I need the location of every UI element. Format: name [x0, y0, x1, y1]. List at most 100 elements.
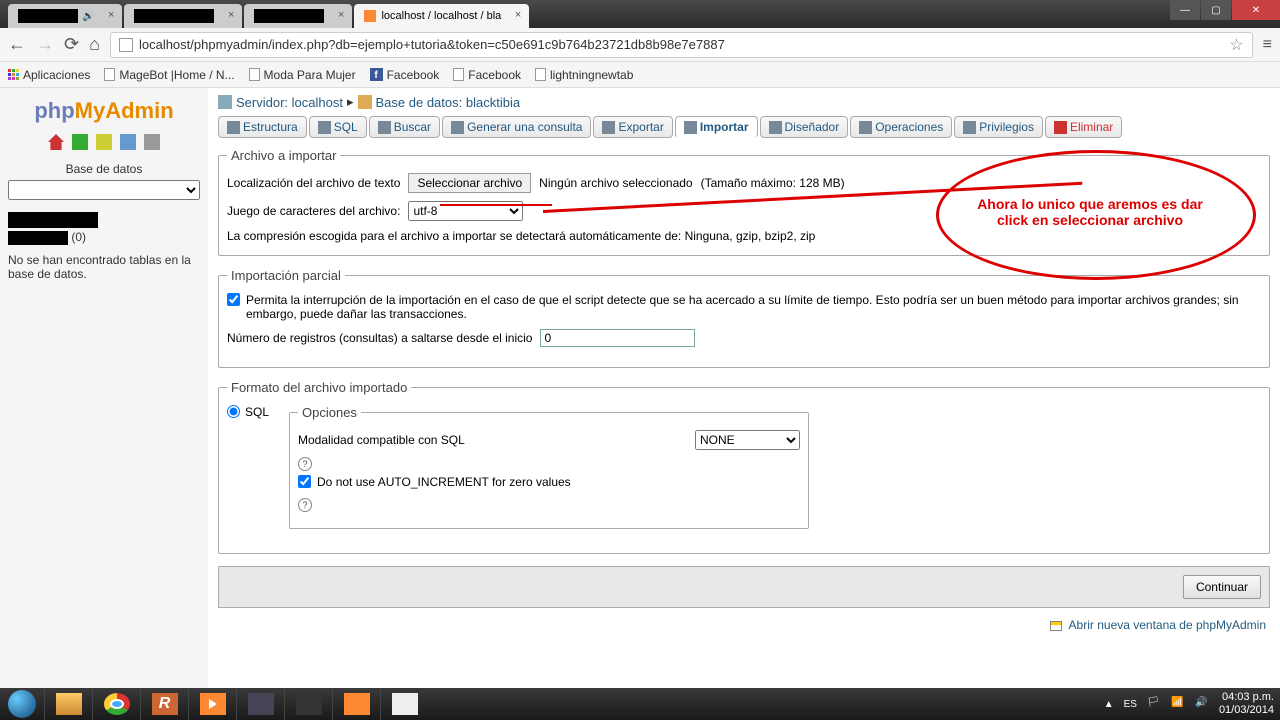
- speaker-icon[interactable]: 🔊: [1195, 697, 1209, 711]
- task-media[interactable]: [188, 688, 236, 720]
- url-text: localhost/phpmyadmin/index.php?db=ejempl…: [139, 37, 725, 52]
- format-fieldset: Formato del archivo importado SQL Opcion…: [218, 380, 1270, 554]
- close-icon[interactable]: ×: [515, 9, 521, 21]
- footer-link-row: Abrir nueva ventana de phpMyAdmin: [218, 618, 1270, 632]
- charset-select[interactable]: utf-8: [408, 201, 523, 221]
- tray-expand-icon[interactable]: ▲: [1104, 699, 1114, 710]
- task-chrome[interactable]: [92, 688, 140, 720]
- back-button[interactable]: ←: [8, 34, 26, 55]
- menu-icon[interactable]: ≡: [1263, 36, 1272, 54]
- browser-tab-active[interactable]: localhost / localhost / bla×: [354, 4, 529, 28]
- browser-tab-1[interactable]: 🔊×: [8, 4, 122, 28]
- tab-eliminar[interactable]: Eliminar: [1045, 116, 1122, 138]
- task-xampp[interactable]: [332, 688, 380, 720]
- select-file-button[interactable]: Seleccionar archivo: [408, 173, 531, 193]
- clock[interactable]: 04:03 p.m. 01/03/2014: [1219, 691, 1274, 717]
- docs-icon[interactable]: [120, 134, 136, 150]
- maximize-button[interactable]: ▢: [1201, 0, 1231, 20]
- help-icon[interactable]: ?: [298, 457, 312, 471]
- database-icon: [358, 95, 372, 109]
- task-notes[interactable]: [236, 688, 284, 720]
- new-window-icon: [1050, 621, 1062, 631]
- options-legend: Opciones: [298, 405, 361, 420]
- main-content: Servidor: localhost ▸ Base de datos: bla…: [208, 88, 1280, 688]
- skip-input[interactable]: [540, 329, 695, 347]
- bookmark-magebot[interactable]: MageBot |Home / N...: [104, 68, 234, 82]
- database-select[interactable]: [8, 180, 200, 200]
- import-fieldset: Archivo a importar Localización del arch…: [218, 148, 1270, 256]
- browser-tab-3[interactable]: ×: [244, 4, 352, 28]
- task-app-r[interactable]: R: [140, 688, 188, 720]
- help-icon[interactable]: ?: [298, 498, 312, 512]
- language-indicator[interactable]: ES: [1124, 699, 1137, 710]
- url-bar[interactable]: localhost/phpmyadmin/index.php?db=ejempl…: [110, 32, 1253, 58]
- tab-operaciones[interactable]: Operaciones: [850, 116, 952, 138]
- windows-taskbar: R ▲ ES 🏳 📶 🔊 04:03 p.m. 01/03/2014: [0, 688, 1280, 720]
- db-item[interactable]: (0): [8, 230, 200, 245]
- sidebar-icons: [8, 134, 200, 150]
- apps-button[interactable]: Aplicaciones: [8, 68, 90, 82]
- open-new-window-link[interactable]: Abrir nueva ventana de phpMyAdmin: [1069, 618, 1266, 632]
- close-icon[interactable]: ×: [108, 9, 114, 21]
- start-button[interactable]: [0, 688, 44, 720]
- interrupt-label: Permita la interrupción de la importació…: [246, 293, 1261, 321]
- bookmark-facebook-2[interactable]: Facebook: [453, 68, 521, 82]
- reload-icon[interactable]: [144, 134, 160, 150]
- home-icon[interactable]: [48, 134, 64, 150]
- flag-icon[interactable]: 🏳: [1147, 697, 1161, 711]
- database-label: Base de datos: [8, 162, 200, 176]
- minimize-button[interactable]: —: [1170, 0, 1200, 20]
- window-controls: — ▢ ✕: [1169, 0, 1280, 22]
- query-icon[interactable]: [72, 134, 88, 150]
- import-legend: Archivo a importar: [227, 148, 340, 163]
- close-icon[interactable]: ×: [228, 9, 234, 21]
- auto-increment-checkbox[interactable]: [298, 475, 311, 488]
- reload-button[interactable]: ⟳: [64, 34, 79, 55]
- audio-icon: 🔊: [82, 11, 94, 22]
- home-button[interactable]: ⌂: [89, 34, 100, 55]
- bookmark-moda[interactable]: Moda Para Mujer: [249, 68, 356, 82]
- bookmark-star-icon[interactable]: ☆: [1229, 35, 1243, 55]
- max-size-label: (Tamaño máximo: 128 MB): [701, 176, 845, 190]
- allow-interrupt-checkbox[interactable]: [227, 293, 240, 306]
- facebook-icon: f: [370, 68, 383, 81]
- tab-disenador[interactable]: Diseñador: [760, 116, 849, 138]
- sql-icon[interactable]: [96, 134, 112, 150]
- window-close-button[interactable]: ✕: [1232, 0, 1280, 20]
- task-paint[interactable]: [380, 688, 428, 720]
- bookmark-facebook-1[interactable]: fFacebook: [370, 68, 440, 82]
- network-icon[interactable]: 📶: [1171, 697, 1185, 711]
- breadcrumb-database[interactable]: Base de datos: blacktibia: [376, 95, 521, 110]
- charset-label: Juego de caracteres del archivo:: [227, 204, 400, 218]
- task-explorer[interactable]: [44, 688, 92, 720]
- submit-row: Continuar: [218, 566, 1270, 608]
- partial-fieldset: Importación parcial Permita la interrupc…: [218, 268, 1270, 368]
- tab-privilegios[interactable]: Privilegios: [954, 116, 1043, 138]
- close-icon[interactable]: ×: [338, 9, 344, 21]
- tab-importar[interactable]: Importar: [675, 116, 758, 138]
- tab-estructura[interactable]: Estructura: [218, 116, 307, 138]
- mode-select[interactable]: NONE: [695, 430, 800, 450]
- breadcrumb: Servidor: localhost ▸ Base de datos: bla…: [218, 94, 1270, 110]
- mode-label: Modalidad compatible con SQL: [298, 433, 465, 447]
- page-icon: [119, 38, 133, 52]
- tab-exportar[interactable]: Exportar: [593, 116, 672, 138]
- system-tray: ▲ ES 🏳 📶 🔊 04:03 p.m. 01/03/2014: [1104, 691, 1280, 717]
- pma-tabs: Estructura SQL Buscar Generar una consul…: [218, 116, 1270, 138]
- bookmark-lightning[interactable]: lightningnewtab: [535, 68, 633, 82]
- format-sql-radio[interactable]: [227, 405, 240, 418]
- tab-generar[interactable]: Generar una consulta: [442, 116, 591, 138]
- apps-icon: [8, 69, 19, 80]
- browser-tab-2[interactable]: ×: [124, 4, 242, 28]
- browser-tabs-bar: 🔊× × × localhost / localhost / bla× — ▢ …: [0, 0, 1280, 28]
- doc-icon: [453, 68, 464, 81]
- continue-button[interactable]: Continuar: [1183, 575, 1261, 599]
- sql-radio-label: SQL: [245, 405, 269, 419]
- no-tables-text: No se han encontrado tablas en la base d…: [8, 253, 200, 281]
- forward-button[interactable]: →: [36, 34, 54, 55]
- tab-buscar[interactable]: Buscar: [369, 116, 440, 138]
- task-pen[interactable]: [284, 688, 332, 720]
- doc-icon: [249, 68, 260, 81]
- tab-sql[interactable]: SQL: [309, 116, 367, 138]
- breadcrumb-server[interactable]: Servidor: localhost: [236, 95, 343, 110]
